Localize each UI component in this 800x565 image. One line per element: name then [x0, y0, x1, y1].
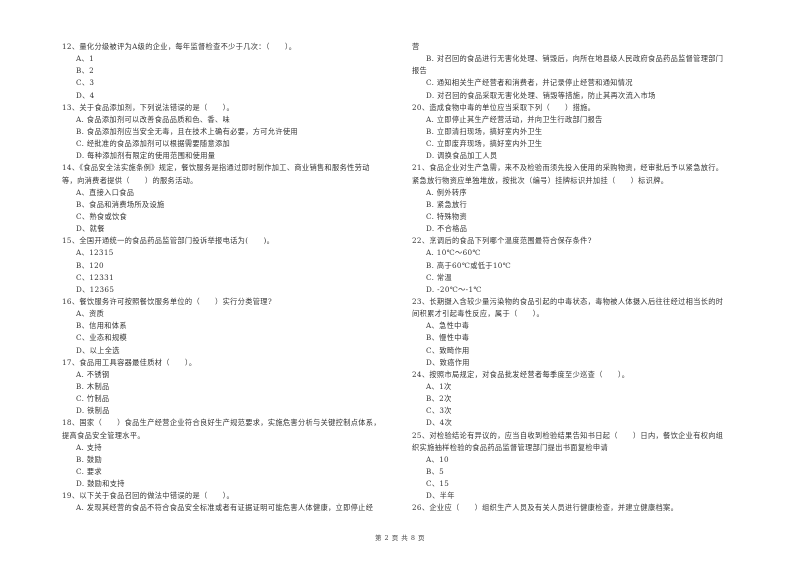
- answer-option: A、10: [426, 454, 449, 464]
- answer-option: D. 对召回的食品采取无害化处理、销毁等措施，防止其再次流入市场: [426, 90, 656, 100]
- answer-option: A. 例外转序: [426, 187, 467, 197]
- answer-option: D、4: [76, 90, 95, 100]
- page-number-footer: 第 2 页 共 8 页: [374, 534, 426, 542]
- question-text: 17、食品用工具容器最佳质材（ ）。: [62, 357, 197, 367]
- answer-option: B. 对召回的食品进行无害化处理、销毁后，向所在地县级人民政府食品药品监督管理部…: [426, 54, 724, 64]
- answer-option: D、致癌作用: [426, 357, 470, 367]
- answer-option: D. 每种添加剂有限定的使用范围和使用量: [76, 151, 216, 161]
- answer-option: B、信用和体系: [76, 321, 127, 331]
- answer-option: D、4次: [426, 418, 453, 428]
- answer-option: D. -20℃～-1℃: [426, 284, 482, 294]
- document-page: 12、量化分级被评为A级的企业，每年监督检查不少于几次：（ ）。 A、1 B、2 C、…: [0, 0, 800, 565]
- answer-option: C. 要求: [76, 466, 102, 476]
- continuation-text: 紧急放行物资应单独堆放，按批次（编号）挂牌标识并加挂（ ）标识牌。: [412, 175, 669, 185]
- answer-option: D、12365: [76, 284, 115, 294]
- question-text: 21、食品企业对生产急需，来不及检验而须先投入使用的采购物资，经审批后予以紧急放…: [412, 163, 724, 173]
- answer-option: A、12315: [76, 248, 114, 258]
- answer-option: D. 调换食品加工人员: [426, 151, 498, 161]
- left-column: 12、量化分级被评为A级的企业，每年监督检查不少于几次：（ ）。 A、1 B、2 C、…: [62, 41, 402, 514]
- question-text: 25、对检验结论有异议的，应当自收到检验结果告知书日起（ ）日内，餐饮企业有权向…: [412, 430, 724, 440]
- continuation-text: 提高食品安全管理水平。: [62, 430, 145, 440]
- answer-option: C. 经批准的食品添加剂可以根据需要随意添加: [76, 139, 231, 149]
- answer-option: D. 鼓励和支持: [76, 479, 125, 489]
- question-text: 18、国家（ ）食品生产经营企业符合良好生产规范要求，实施危害分析与关键控制点体…: [62, 418, 381, 428]
- question-text: 20、造成食物中毒的单位应当采取下列（ ）措施。: [412, 102, 596, 112]
- continuation-text: 营: [412, 42, 420, 51]
- answer-option: B、慢性中毒: [426, 333, 470, 343]
- answer-option: B. 高于60℃或低于10℃: [426, 260, 512, 270]
- answer-option: D、以上全选: [76, 345, 120, 355]
- answer-option: A. 不锈钢: [76, 369, 110, 379]
- answer-option: A. 食品添加剂可以改善食品品质和色、香、味: [76, 114, 231, 124]
- answer-option: C. 常温: [426, 272, 452, 282]
- answer-option: C. 通知相关生产经营者和消费者，并记录停止经营和通知情况: [426, 78, 633, 88]
- question-text: 19、以下关于食品召回的做法中错误的是（ ）。: [62, 491, 235, 501]
- answer-option: C、熟食或饮食: [76, 211, 128, 221]
- answer-option: A. 立即停止其生产经营活动，并向卫生行政部门报告: [426, 114, 603, 124]
- question-text: 13、关于食品添加剂，下列说法错误的是（ ）。: [62, 102, 235, 112]
- right-column: 营 B. 对召回的食品进行无害化处理、销毁后，向所在地县级人民政府食品药品监督管理…: [412, 41, 752, 514]
- continuation-text: 报告: [412, 66, 428, 76]
- answer-option: B、5: [426, 466, 445, 476]
- answer-option: C、15: [426, 479, 450, 489]
- answer-option: B. 紧急放行: [426, 199, 468, 209]
- answer-option: C、致畸作用: [426, 345, 470, 355]
- answer-option: B. 食品添加剂应当安全无毒，且在技术上确有必要，方可允许使用: [76, 126, 298, 136]
- answer-option: D. 铁制品: [76, 406, 110, 416]
- answer-option: A、1: [76, 54, 95, 64]
- answer-option: D. 不合格品: [426, 224, 468, 234]
- question-text: 24、按照市局规定，对食品批发经营者每季度至少巡查（ ）。: [412, 369, 630, 379]
- question-text: 16、餐饮服务许可按照餐饮服务单位的（ ）实行分类管理?: [62, 296, 273, 306]
- answer-option: C. 竹制品: [76, 394, 110, 404]
- answer-option: D、半年: [426, 491, 455, 501]
- question-text: 22、烹调后的食品下列哪个温度范围最符合保存条件?: [412, 236, 592, 246]
- answer-option: A、资质: [76, 309, 105, 319]
- answer-option: A、急性中毒: [426, 321, 470, 331]
- answer-option: C. 特殊物资: [426, 211, 468, 221]
- question-text: 14、《食品安全法实施条例》规定，餐饮服务是指通过即时制作加工、商业销售和服务性…: [62, 163, 370, 173]
- answer-option: C、12331: [76, 272, 115, 282]
- question-text: 23、长期摄入含较少量污染物的食品引起的中毒状态，毒物被人体摄入后往往经过相当长…: [412, 296, 724, 306]
- answer-option: B. 木制品: [76, 381, 110, 391]
- continuation-text: 织实施抽样检验的食品药品监督管理部门提出书面复检申请: [412, 442, 608, 452]
- answer-option: A. 发现其经营的食品不符合食品安全标准或者有证据证明可能危害人体健康，立即停止…: [76, 503, 374, 513]
- question-text: 26、企业应（ ）组织生产人员及有关人员进行健康检查，并建立健康档案。: [412, 503, 679, 513]
- answer-option: D、就餐: [76, 224, 105, 234]
- answer-option: B、120: [76, 260, 104, 270]
- answer-option: B. 鼓励: [76, 454, 102, 464]
- answer-option: A. 10℃～60℃: [426, 248, 481, 258]
- answer-option: B、食品和消费场所及设施: [76, 199, 165, 209]
- answer-option: C、3: [76, 78, 95, 88]
- answer-option: C、3次: [426, 406, 452, 416]
- question-text: 12、量化分级被评为A级的企业，每年监督检查不少于几次：（ ）。: [62, 42, 297, 51]
- answer-option: B、2: [76, 66, 95, 76]
- answer-option: B、2次: [426, 394, 452, 404]
- answer-option: A. 支持: [76, 442, 102, 452]
- continuation-text: 间积累才引起毒性反应，属于（ ）。: [412, 309, 545, 319]
- question-text: 15、全国开通统一的食品药品监管部门投诉举报电话为( )。: [62, 236, 275, 246]
- continuation-text: 等，向消费者提供（ ）的服务活动。: [62, 175, 198, 185]
- answer-option: B. 立即清扫现场，搞好室内外卫生: [426, 126, 543, 136]
- answer-option: A、直接入口食品: [76, 187, 135, 197]
- answer-option: A、1次: [426, 381, 452, 391]
- answer-option: C. 立即废弃现场，搞好室内外卫生: [426, 139, 543, 149]
- answer-option: C、业态和规模: [76, 333, 128, 343]
